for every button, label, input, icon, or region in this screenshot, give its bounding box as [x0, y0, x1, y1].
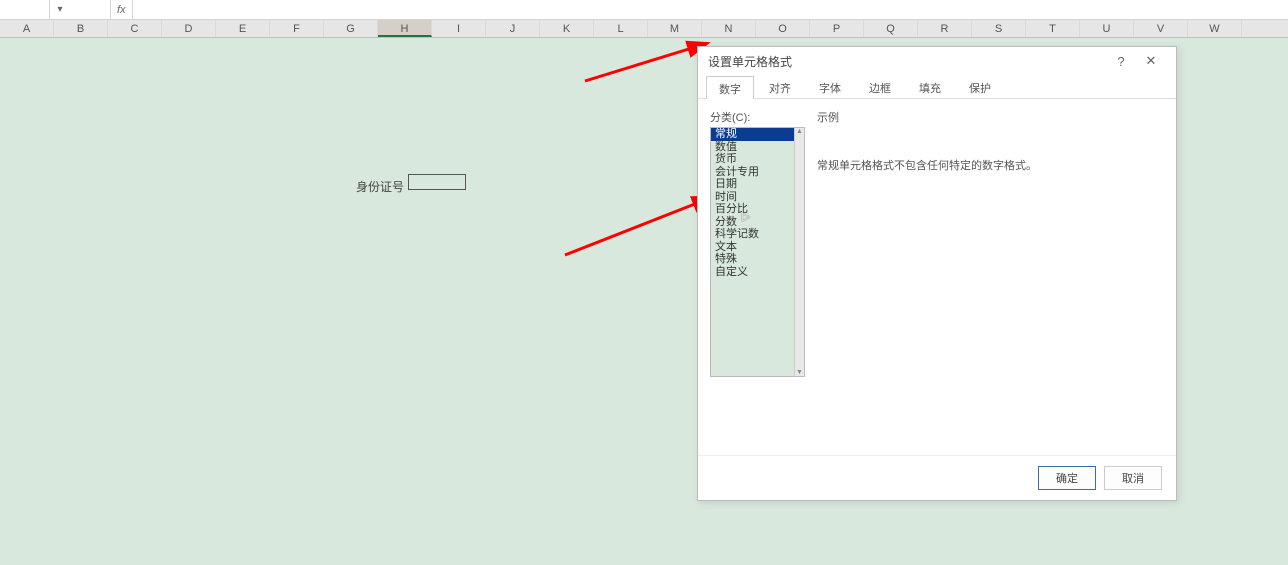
dialog-tab[interactable]: 边框 — [856, 75, 904, 98]
dialog-buttons: 确定 取消 — [698, 455, 1176, 500]
category-description: 常规单元格格式不包含任何特定的数字格式。 — [817, 157, 1164, 173]
column-header-l[interactable]: L — [594, 20, 648, 37]
column-header-b[interactable]: B — [54, 20, 108, 37]
category-item[interactable]: 自定义 — [711, 266, 794, 279]
formula-input[interactable] — [133, 0, 1288, 19]
cancel-button[interactable]: 取消 — [1104, 466, 1162, 490]
dialog-tab[interactable]: 保护 — [956, 75, 1004, 98]
ok-button[interactable]: 确定 — [1038, 466, 1096, 490]
column-header-q[interactable]: Q — [864, 20, 918, 37]
column-header-r[interactable]: R — [918, 20, 972, 37]
column-header-a[interactable]: A — [0, 20, 54, 37]
column-header-d[interactable]: D — [162, 20, 216, 37]
column-headers: ABCDEFGHIJKLMNOPQRSTUVW — [0, 20, 1288, 38]
dialog-titlebar: 设置单元格格式 ? ✕ — [698, 47, 1176, 75]
category-item[interactable]: 常规 — [711, 128, 794, 141]
column-header-v[interactable]: V — [1134, 20, 1188, 37]
column-header-g[interactable]: G — [324, 20, 378, 37]
column-header-n[interactable]: N — [702, 20, 756, 37]
category-item[interactable]: 科学记数 — [711, 228, 794, 241]
category-item[interactable]: 时间 — [711, 191, 794, 204]
category-item[interactable]: 货币 — [711, 153, 794, 166]
category-item[interactable]: 分数 — [711, 216, 794, 229]
dialog-tabs: 数字对齐字体边框填充保护 — [698, 75, 1176, 99]
column-header-u[interactable]: U — [1080, 20, 1134, 37]
dialog-close-button[interactable]: ✕ — [1136, 53, 1166, 69]
category-item[interactable]: 数值 — [711, 141, 794, 154]
category-scrollbar[interactable] — [794, 128, 804, 376]
dialog-tab[interactable]: 填充 — [906, 75, 954, 98]
column-header-w[interactable]: W — [1188, 20, 1242, 37]
formula-bar: ▾ ▾ fx — [0, 0, 1288, 20]
category-label: 分类(C): — [710, 109, 805, 125]
category-item[interactable]: 百分比 — [711, 203, 794, 216]
dialog-tab[interactable]: 字体 — [806, 75, 854, 98]
column-header-t[interactable]: T — [1026, 20, 1080, 37]
dialog-title: 设置单元格格式 — [708, 53, 1106, 70]
column-header-s[interactable]: S — [972, 20, 1026, 37]
category-item[interactable]: 文本 — [711, 241, 794, 254]
format-cells-dialog: 设置单元格格式 ? ✕ 数字对齐字体边框填充保护 分类(C): 常规数值货币会计… — [697, 46, 1177, 501]
column-header-h[interactable]: H — [378, 20, 432, 37]
column-header-e[interactable]: E — [216, 20, 270, 37]
category-item[interactable]: 特殊 — [711, 253, 794, 266]
formula-buttons: ▾ — [70, 3, 110, 16]
column-header-k[interactable]: K — [540, 20, 594, 37]
dialog-tab[interactable]: 对齐 — [756, 75, 804, 98]
column-header-i[interactable]: I — [432, 20, 486, 37]
mouse-cursor-icon: ▷ — [742, 210, 750, 223]
column-header-m[interactable]: M — [648, 20, 702, 37]
name-box[interactable] — [0, 0, 50, 19]
column-header-f[interactable]: F — [270, 20, 324, 37]
column-header-p[interactable]: P — [810, 20, 864, 37]
sample-label: 示例 — [817, 109, 1164, 125]
dialog-tab[interactable]: 数字 — [706, 76, 754, 99]
category-listbox[interactable]: 常规数值货币会计专用日期时间百分比分数科学记数文本特殊自定义 — [710, 127, 805, 377]
dialog-body: 分类(C): 常规数值货币会计专用日期时间百分比分数科学记数文本特殊自定义 示例… — [698, 99, 1176, 455]
column-header-c[interactable]: C — [108, 20, 162, 37]
cell-label-id: 身份证号 — [356, 178, 404, 195]
name-box-dropdown[interactable]: ▾ — [50, 4, 70, 15]
column-header-j[interactable]: J — [486, 20, 540, 37]
column-header-o[interactable]: O — [756, 20, 810, 37]
category-item[interactable]: 日期 — [711, 178, 794, 191]
category-item[interactable]: 会计专用 — [711, 166, 794, 179]
dialog-help-button[interactable]: ? — [1106, 54, 1136, 69]
cell-input-id[interactable] — [408, 174, 466, 190]
fx-label[interactable]: fx — [110, 0, 133, 19]
